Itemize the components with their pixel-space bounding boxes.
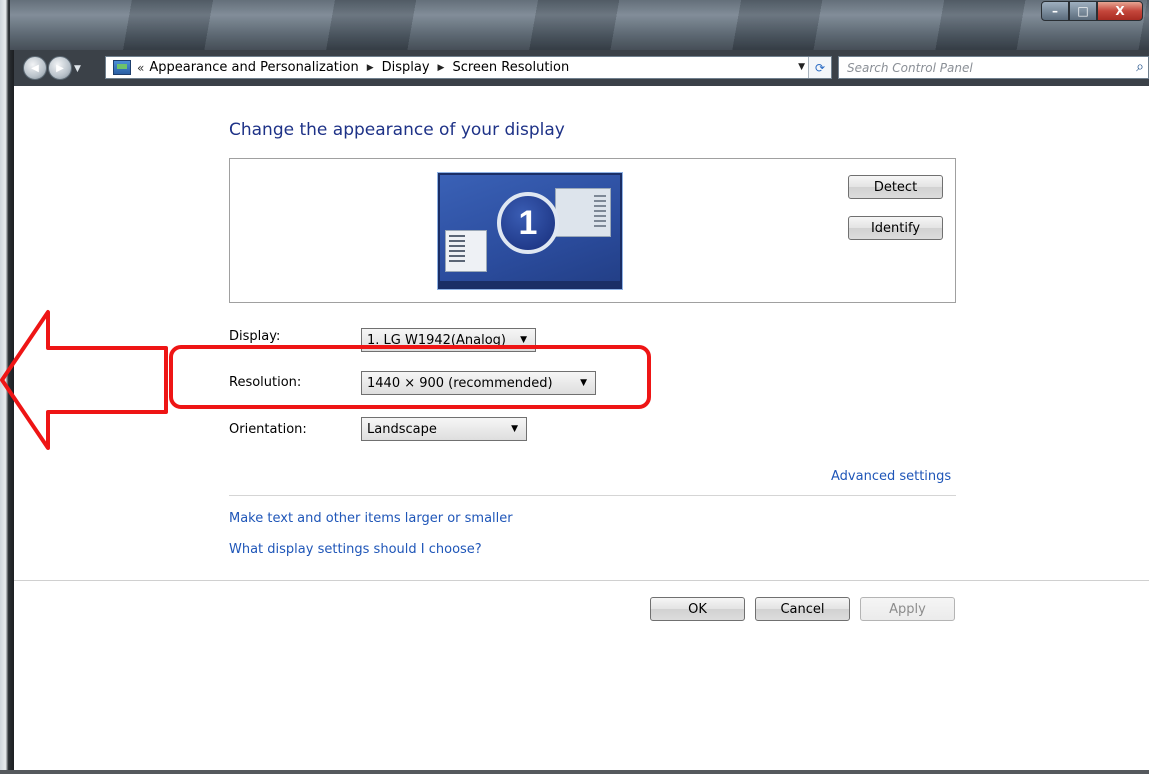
detect-button[interactable]: Detect	[848, 175, 943, 199]
monitor-taskbar	[440, 281, 620, 287]
breadcrumb-display[interactable]: Display	[382, 60, 430, 75]
address-bar[interactable]: « Appearance and Personalization ▶ Displ…	[105, 56, 832, 79]
forward-arrow-icon: ▶	[56, 62, 64, 74]
close-button[interactable]: X	[1097, 1, 1143, 21]
desktop-backdrop-bottom	[0, 770, 1149, 774]
orientation-select[interactable]: Landscape ▼	[361, 417, 527, 441]
recent-pages-dropdown[interactable]: ▼	[74, 64, 81, 74]
forward-button[interactable]: ▶	[48, 56, 72, 80]
apply-button[interactable]: Apply	[860, 597, 955, 621]
divider	[229, 495, 956, 496]
breadcrumb-screen-resolution[interactable]: Screen Resolution	[452, 60, 569, 75]
display-label: Display:	[229, 329, 281, 344]
identify-button[interactable]: Identify	[848, 216, 943, 240]
button-bar-divider	[14, 580, 1149, 581]
breadcrumb-chevron-icon[interactable]: ▶	[367, 63, 374, 73]
text-size-link[interactable]: Make text and other items larger or smal…	[229, 511, 513, 526]
maximize-button[interactable]: □	[1069, 1, 1097, 21]
page-title: Change the appearance of your display	[229, 120, 565, 140]
title-bar: – □ X	[10, 0, 1149, 50]
monitor-window-thumbnail	[555, 188, 611, 237]
caption-buttons: – □ X	[1041, 1, 1143, 21]
navigation-bar: ◀ ▶ ▼ « Appearance and Personalization ▶…	[10, 52, 1149, 84]
monitor-arrangement-panel: 1 Detect Identify	[229, 158, 956, 303]
monitor-1-icon[interactable]: 1	[438, 173, 622, 289]
minimize-button[interactable]: –	[1041, 1, 1069, 21]
address-dropdown-icon[interactable]: ▼	[798, 62, 805, 72]
annotation-highlight-box	[169, 345, 651, 409]
breadcrumb-overflow[interactable]: «	[137, 61, 144, 75]
monitor-number-badge: 1	[497, 192, 559, 254]
breadcrumb-appearance-personalization[interactable]: Appearance and Personalization	[149, 60, 358, 75]
annotation-arrow-icon	[0, 310, 168, 450]
orientation-label: Orientation:	[229, 422, 307, 437]
back-button[interactable]: ◀	[23, 56, 47, 80]
advanced-settings-link[interactable]: Advanced settings	[831, 469, 951, 484]
display-settings-help-link[interactable]: What display settings should I choose?	[229, 542, 482, 557]
control-panel-icon	[113, 60, 131, 75]
search-icon[interactable]: ⌕	[1136, 59, 1144, 75]
monitor-sidebar-thumbnail	[445, 230, 487, 272]
chevron-down-icon: ▼	[511, 424, 518, 434]
search-placeholder: Search Control Panel	[847, 60, 973, 75]
breadcrumb-chevron-icon[interactable]: ▶	[438, 63, 445, 73]
back-arrow-icon: ◀	[31, 62, 39, 74]
search-input[interactable]: Search Control Panel ⌕	[838, 56, 1149, 79]
orientation-value: Landscape	[367, 421, 437, 437]
refresh-icon[interactable]: ⟳	[808, 57, 831, 78]
cancel-button[interactable]: Cancel	[755, 597, 850, 621]
chevron-down-icon: ▼	[520, 335, 527, 345]
ok-button[interactable]: OK	[650, 597, 745, 621]
